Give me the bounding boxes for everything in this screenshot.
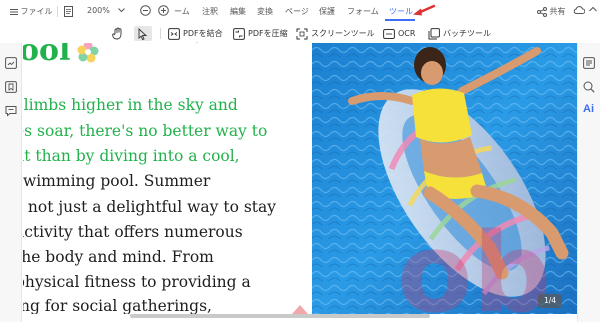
flower-icon [77, 43, 99, 63]
zoom-out-button[interactable] [140, 5, 151, 18]
ocr-label: OCR [398, 29, 416, 38]
svg-text:ob: ob [397, 209, 551, 314]
share-label: 共有 [549, 7, 566, 16]
tool-ribbon: PDFを結合 PDFを圧縮 スクリーンツール OCR バッチツール [0, 23, 600, 43]
file-menu-label: ファイル [20, 7, 53, 16]
body-text-line: physical fitness to providing a [23, 273, 251, 291]
zoom-in-icon [158, 5, 169, 16]
tab-home[interactable]: ーム [174, 6, 190, 17]
zoom-dropdown[interactable]: 200% [87, 6, 126, 15]
search-icon[interactable] [583, 81, 595, 93]
share-button[interactable]: 共有 [537, 6, 566, 17]
document-title: ool [23, 43, 71, 68]
tab-edit[interactable]: 編集 [230, 6, 246, 17]
divider [160, 28, 161, 39]
ocr-button[interactable]: OCR [383, 26, 415, 41]
menu-bar: ファイル 200% ーム 注釈 編集 変換 ページ 保護 フォーム ツール 共有 [0, 0, 600, 23]
compress-pdf-icon [233, 27, 245, 40]
tab-page[interactable]: ページ [285, 6, 309, 17]
body-text-line: activity that offers numerous [23, 223, 243, 241]
hamburger-icon [10, 8, 18, 15]
share-icon [537, 6, 547, 17]
body-text-line: s not just a delightful way to stay [23, 198, 277, 216]
properties-panel-icon[interactable] [583, 57, 595, 69]
document-page[interactable]: ool climbs higher in the sky and es soar… [23, 43, 312, 314]
tab-convert[interactable]: 変換 [257, 6, 273, 17]
batch-tool-label: バッチツール [443, 29, 491, 38]
thumbnail-panel-icon[interactable] [5, 57, 17, 69]
compress-pdf-button[interactable]: PDFを圧縮 [233, 26, 288, 41]
comment-panel-icon[interactable] [5, 105, 17, 117]
annotation-arrow-icon [413, 4, 436, 16]
document-icon [64, 6, 73, 17]
collapse-ribbon-button[interactable] [589, 5, 597, 14]
page-counter: 1/4 [538, 294, 562, 308]
tab-form[interactable]: フォーム [347, 6, 379, 17]
file-menu[interactable]: ファイル [10, 6, 53, 17]
left-sidebar [0, 43, 22, 322]
cloud-icon [573, 6, 586, 14]
horizontal-scrollbar[interactable] [130, 314, 430, 318]
screen-tool-button[interactable]: スクリーンツール [296, 26, 375, 41]
body-text-line: at than by diving into a cool, [23, 147, 240, 165]
body-text-line: swimming pool. Summer [23, 172, 211, 190]
active-tab-indicator [385, 19, 415, 21]
select-tool-button[interactable] [134, 26, 152, 41]
chevron-down-icon [118, 8, 126, 13]
hand-tool-button[interactable] [112, 26, 124, 41]
body-text-line: climbs higher in the sky and [23, 96, 238, 114]
chevron-up-icon [589, 6, 597, 12]
compress-pdf-label: PDFを圧縮 [248, 29, 288, 38]
body-text-line: the body and mind. From [23, 248, 214, 266]
tab-annotate[interactable]: 注釈 [202, 6, 218, 17]
right-sidebar: Ai [577, 43, 600, 322]
merge-pdf-icon [168, 27, 180, 40]
body-text-line: ing for social gatherings, [23, 297, 212, 314]
tab-protect[interactable]: 保護 [319, 6, 335, 17]
screen-tool-label: スクリーンツール [311, 29, 375, 38]
cursor-icon [138, 27, 148, 40]
hand-icon [112, 27, 122, 40]
divider [57, 6, 58, 17]
tab-tool[interactable]: ツール [389, 6, 413, 17]
zoom-out-icon [140, 5, 151, 16]
batch-icon [428, 27, 440, 39]
batch-tool-button[interactable]: バッチツール [428, 26, 491, 41]
body-text-line: es soar, there's no better way to [23, 122, 268, 140]
cloud-button[interactable] [573, 5, 586, 17]
ai-assistant-button[interactable]: Ai [583, 103, 594, 115]
pool-image: ob [312, 43, 577, 314]
pool-photo: ob [312, 43, 577, 314]
bookmark-panel-icon[interactable] [5, 81, 17, 93]
merge-pdf-button[interactable]: PDFを結合 [168, 26, 223, 41]
zoom-value: 200% [87, 6, 110, 15]
merge-pdf-label: PDFを結合 [183, 29, 223, 38]
screenshot-icon [296, 28, 308, 39]
zoom-in-button[interactable] [158, 5, 169, 18]
ocr-icon [383, 28, 395, 39]
page-nav-marker [292, 305, 308, 314]
page-view-button[interactable] [64, 6, 73, 19]
